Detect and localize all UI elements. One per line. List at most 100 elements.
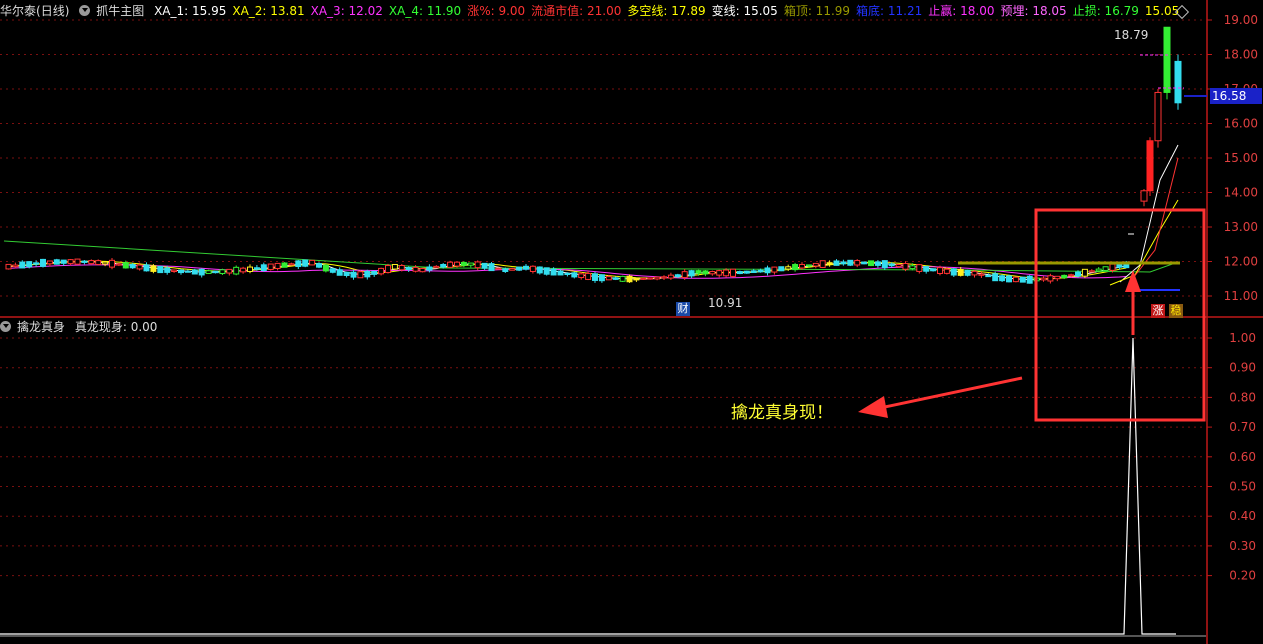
candle-body	[253, 267, 260, 270]
indicator-tick-label: 0.80	[1229, 390, 1256, 404]
header-value-8: 箱顶: 11.99	[783, 4, 851, 18]
sub-chart-header: 擒龙真身 真龙现身: 0.00	[0, 320, 163, 334]
indicator-tick-label: 0.30	[1229, 539, 1256, 553]
candle-body	[681, 271, 688, 278]
candle-body	[529, 265, 536, 272]
main-indicator-name[interactable]: 抓牛主图	[96, 4, 144, 18]
main-chart-header: 华尔泰(日线) 抓牛主图 XA_1: 15.95 XA_2: 13.81 XA_3:…	[0, 4, 1191, 18]
candle-body	[426, 266, 433, 271]
candle-body	[12, 264, 19, 268]
candle-body	[454, 261, 460, 267]
header-value-6: 多空线: 17.89	[627, 4, 706, 18]
candle-body	[122, 262, 129, 269]
candle-body	[398, 264, 405, 271]
candle-body	[736, 271, 743, 275]
candle-body	[316, 263, 322, 268]
candle-body	[667, 274, 674, 279]
spike-arrow-head	[1125, 270, 1141, 292]
indicator-tick-label: 0.90	[1229, 361, 1256, 375]
candle-body	[1140, 190, 1148, 202]
indicator-tick-label: 0.50	[1229, 480, 1256, 494]
candle-body	[157, 265, 164, 274]
candle-body	[833, 260, 840, 266]
candle-body	[750, 270, 757, 274]
indicator-tick-label: 0.60	[1229, 450, 1256, 464]
candle-body	[1061, 274, 1068, 279]
candle-body	[74, 258, 81, 265]
price-tick-label: 14.00	[1224, 186, 1258, 200]
candle-body	[564, 272, 571, 275]
callout-arrow-shaft	[879, 376, 1023, 410]
callout-arrow-head	[858, 396, 888, 418]
candle-body	[598, 274, 605, 282]
candle-body	[1047, 275, 1054, 282]
current-price-tag: 16.58	[1210, 88, 1262, 104]
candle-body	[723, 269, 730, 277]
candle-body	[661, 276, 667, 279]
candle-body	[943, 268, 950, 274]
candle-body	[799, 263, 805, 269]
candle-body	[46, 260, 53, 265]
candle-body	[164, 267, 171, 273]
candle-body	[1040, 277, 1047, 281]
price-tick-label: 16.00	[1224, 117, 1258, 131]
candle-body	[329, 268, 336, 273]
candle-body	[474, 261, 481, 269]
stock-chart-canvas[interactable]: 19.0018.0017.0016.0015.0014.0013.0012.00…	[0, 0, 1263, 644]
candle-body	[1068, 274, 1075, 277]
candle-body	[502, 268, 509, 272]
candle-body	[343, 271, 350, 277]
candle-body	[240, 267, 247, 273]
candle-body	[978, 273, 985, 276]
candle-body	[778, 266, 785, 272]
candle-body	[854, 260, 861, 266]
candle-body	[247, 266, 253, 272]
candle-body	[688, 270, 695, 277]
sub-indicator-settings-icon[interactable]	[0, 321, 11, 332]
candle-body	[274, 262, 281, 270]
candle-body	[433, 265, 440, 269]
candle-body	[322, 264, 329, 272]
candle-body	[95, 260, 102, 265]
candle-body	[916, 264, 923, 272]
candle-body	[81, 260, 88, 263]
candle-body	[109, 259, 115, 268]
candle-body	[695, 270, 702, 274]
candle-body	[129, 263, 136, 269]
candle-body	[371, 270, 378, 275]
sub-indicator-name[interactable]: 擒龙真身	[17, 320, 65, 334]
header-value-3: XA_4: 11.90	[388, 4, 462, 18]
candle-body	[971, 270, 978, 276]
candle-body	[405, 267, 412, 270]
candle-body	[999, 275, 1006, 282]
candle-body	[378, 267, 385, 275]
candle-body	[33, 262, 40, 265]
stock-name[interactable]: 华尔泰	[0, 4, 36, 18]
candle-body	[212, 270, 219, 274]
candle-body	[536, 266, 543, 274]
candle-body	[792, 263, 799, 271]
period-label[interactable]: (日线)	[36, 4, 69, 18]
candle-body	[861, 261, 868, 265]
candle-body	[178, 269, 184, 274]
candle-body	[1116, 264, 1123, 268]
candle-body	[868, 260, 874, 267]
header-value-2: XA_3: 12.02	[310, 4, 383, 18]
candle-body	[757, 269, 764, 273]
candle-body	[716, 270, 723, 276]
indicator-settings-icon[interactable]	[79, 5, 91, 16]
wen-marker: 稳	[1169, 304, 1183, 318]
candle-body	[184, 270, 191, 273]
candle-body	[619, 275, 626, 282]
header-value-4: 涨%: 9.00	[467, 4, 526, 18]
candle-body	[309, 259, 316, 266]
candle-body	[895, 264, 902, 268]
candle-body	[1109, 263, 1116, 271]
candle-body	[391, 263, 398, 270]
candle-body	[847, 259, 854, 266]
candlestick-series[interactable]	[5, 26, 1182, 284]
candle-body	[571, 272, 578, 278]
candle-body	[67, 259, 74, 265]
candle-body	[909, 265, 916, 270]
candle-body	[19, 261, 26, 269]
